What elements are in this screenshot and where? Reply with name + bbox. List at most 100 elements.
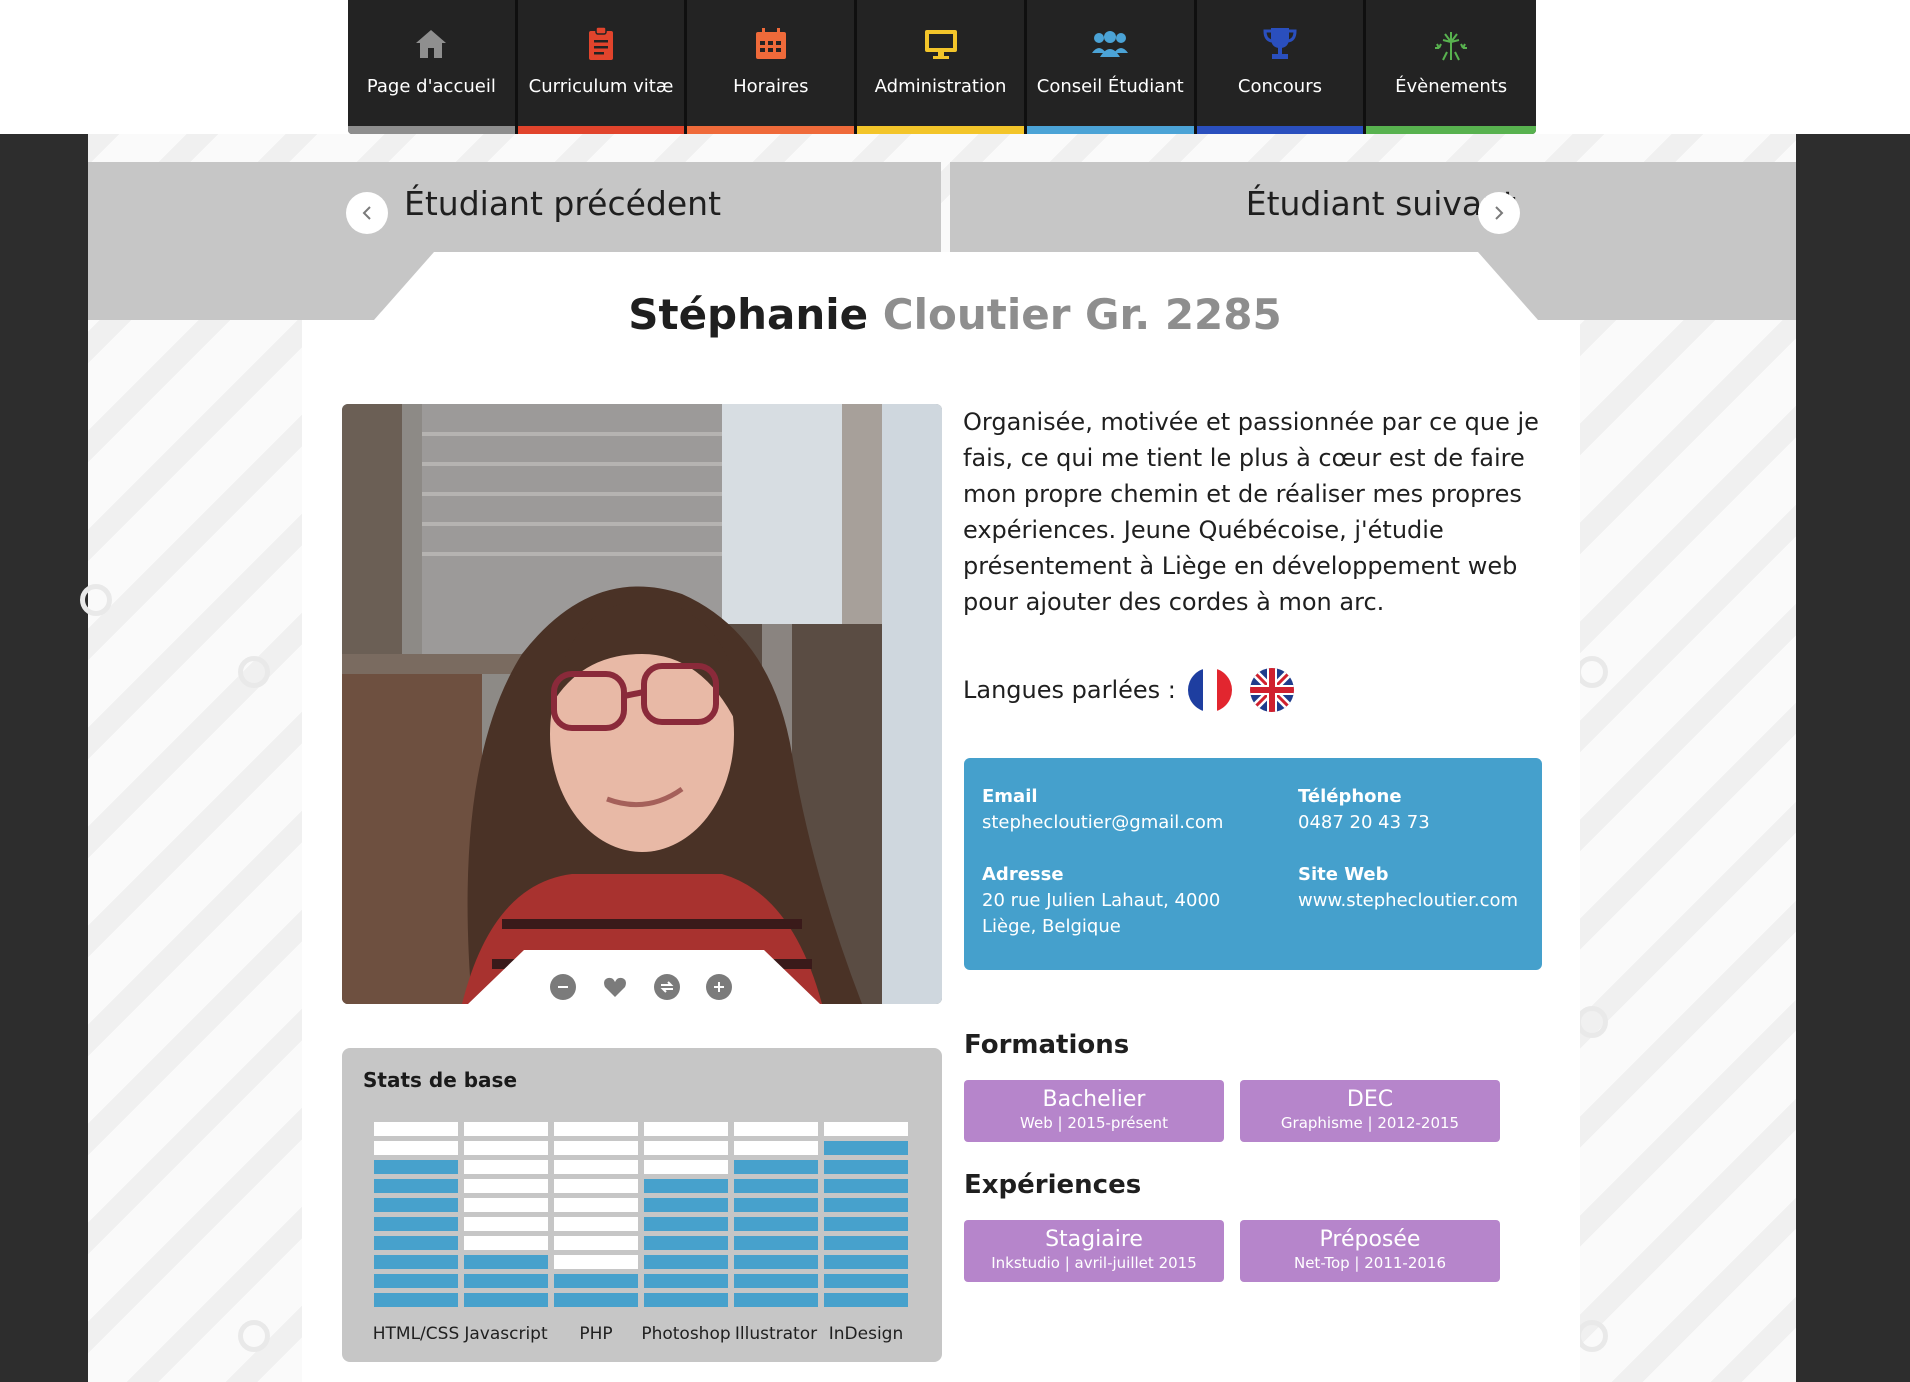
skill-segment-filled <box>734 1160 818 1174</box>
formation-detail: Web | 2015-présent <box>1020 1114 1168 1132</box>
student-bio: Organisée, motivée et passionnée par ce … <box>963 408 1539 616</box>
nav-item-events[interactable]: Évènements <box>1366 0 1536 134</box>
experience-chip[interactable]: Stagiaire Inkstudio | avril-juillet 2015 <box>964 1220 1224 1282</box>
skill-segment-filled <box>734 1217 818 1231</box>
website-link[interactable]: www.stephecloutier.com <box>1298 888 1518 914</box>
nav-label: Conseil Étudiant <box>1036 76 1184 97</box>
nav-color-bar <box>1026 126 1194 134</box>
skill-segment-empty <box>554 1122 638 1136</box>
skill-segment-empty <box>464 1122 548 1136</box>
skill-segment-empty <box>464 1236 548 1250</box>
decor-circle <box>238 656 270 688</box>
skill-segment-empty <box>464 1217 548 1231</box>
formation-chip[interactable]: Bachelier Web | 2015-présent <box>964 1080 1224 1142</box>
skill-segment-empty <box>464 1141 548 1155</box>
nav-item-student-council[interactable]: Conseil Étudiant <box>1026 0 1197 134</box>
nav-item-cv[interactable]: Curriculum vitæ <box>517 0 688 134</box>
formation-detail: Graphisme | 2012-2015 <box>1280 1114 1460 1132</box>
skill-segment-filled <box>824 1198 908 1212</box>
skill-label: Photoshop <box>641 1324 731 1344</box>
formation-chip[interactable]: DEC Graphisme | 2012-2015 <box>1240 1080 1500 1142</box>
photo-actions <box>550 974 732 1000</box>
skill-segment-filled <box>644 1198 728 1212</box>
website-field: Site Web www.stephecloutier.com <box>1298 862 1518 914</box>
nav-color-bar <box>517 126 685 134</box>
nav-label: Curriculum vitæ <box>528 76 674 97</box>
nav-label: Évènements <box>1395 76 1508 97</box>
previous-student-button[interactable]: Étudiant précédent <box>88 162 941 252</box>
nav-item-contest[interactable]: Concours <box>1196 0 1367 134</box>
plus-icon[interactable] <box>706 974 732 1000</box>
skill-segment-empty <box>554 1198 638 1212</box>
skill-stats-panel: Stats de base HTML/CSS Javascript PHP Photo… <box>342 1048 942 1362</box>
experience-chip[interactable]: Préposée Net-Top | 2011-2016 <box>1240 1220 1500 1282</box>
skill-segment-filled <box>374 1255 458 1269</box>
skill-bar-photoshop <box>644 1122 728 1312</box>
skill-segment-empty <box>554 1217 638 1231</box>
student-first-name: Stéphanie <box>628 290 869 339</box>
skill-segment-filled <box>464 1255 548 1269</box>
skill-segment-empty <box>734 1141 818 1155</box>
nav-item-home[interactable]: Page d'accueil <box>348 0 518 134</box>
skill-segment-filled <box>824 1217 908 1231</box>
skill-segment-empty <box>824 1122 908 1136</box>
skill-segment-filled <box>374 1274 458 1288</box>
skill-segment-empty <box>644 1141 728 1155</box>
stats-title: Stats de base <box>363 1068 518 1092</box>
skill-segment-empty <box>554 1141 638 1155</box>
skill-bar-html-css <box>374 1122 458 1312</box>
email-label: Email <box>982 786 1038 807</box>
nav-color-bar <box>687 126 855 134</box>
spoken-languages: Langues parlées : <box>963 668 1312 712</box>
skill-segment-filled <box>554 1293 638 1307</box>
swap-icon[interactable] <box>654 974 680 1000</box>
experiences-title: Expériences <box>964 1170 1142 1200</box>
skill-segment-filled <box>374 1179 458 1193</box>
skill-segment-filled <box>734 1274 818 1288</box>
address-line: Liège, Belgique <box>982 916 1121 937</box>
skill-segment-filled <box>644 1236 728 1250</box>
nav-item-schedule[interactable]: Horaires <box>687 0 858 134</box>
skill-label: HTML/CSS <box>372 1324 460 1344</box>
nav-color-bar <box>857 126 1024 134</box>
next-student-button[interactable]: Étudiant suivant <box>950 162 1796 252</box>
trophy-icon <box>1260 24 1300 64</box>
page-title: Stéphanie Cloutier Gr. 2285 <box>0 290 1910 339</box>
nav-label: Horaires <box>733 76 809 97</box>
uk-flag-icon <box>1249 668 1294 712</box>
skill-segment-empty <box>644 1160 728 1174</box>
formation-title: Bachelier <box>1042 1087 1146 1112</box>
decor-circle <box>1576 1320 1608 1352</box>
skill-segment-empty <box>464 1179 548 1193</box>
skill-segment-empty <box>734 1122 818 1136</box>
skill-segment-filled <box>734 1198 818 1212</box>
home-icon <box>411 24 451 64</box>
skill-segment-filled <box>374 1217 458 1231</box>
email-link[interactable]: stephecloutier@gmail.com <box>982 810 1223 836</box>
clipboard-icon <box>581 24 621 64</box>
website-label: Site Web <box>1298 864 1389 885</box>
skill-segment-empty <box>554 1236 638 1250</box>
nav-item-administration[interactable]: Administration <box>857 0 1027 134</box>
skill-bar-javascript <box>464 1122 548 1312</box>
skill-label: Javascript <box>464 1324 548 1344</box>
languages-label: Langues parlées : <box>963 676 1176 704</box>
minus-icon[interactable] <box>550 974 576 1000</box>
skill-label: InDesign <box>828 1324 904 1344</box>
skill-segment-filled <box>374 1160 458 1174</box>
nav-color-bar <box>1196 126 1364 134</box>
email-field: Email stephecloutier@gmail.com <box>982 784 1223 836</box>
users-icon <box>1090 24 1130 64</box>
heart-icon[interactable] <box>602 974 628 1000</box>
skill-segment-empty <box>374 1141 458 1155</box>
nav-color-bar <box>1366 126 1536 134</box>
skill-segment-filled <box>824 1160 908 1174</box>
formations-title: Formations <box>964 1030 1130 1060</box>
address-field: Adresse 20 rue Julien Lahaut, 4000 Liège… <box>982 862 1220 940</box>
contact-card: Email stephecloutier@gmail.com Téléphone… <box>964 758 1542 970</box>
student-photo <box>342 404 942 1004</box>
skill-segment-filled <box>734 1236 818 1250</box>
skill-segment-filled <box>824 1141 908 1155</box>
skill-segment-filled <box>644 1255 728 1269</box>
chevron-left-icon <box>346 192 388 234</box>
